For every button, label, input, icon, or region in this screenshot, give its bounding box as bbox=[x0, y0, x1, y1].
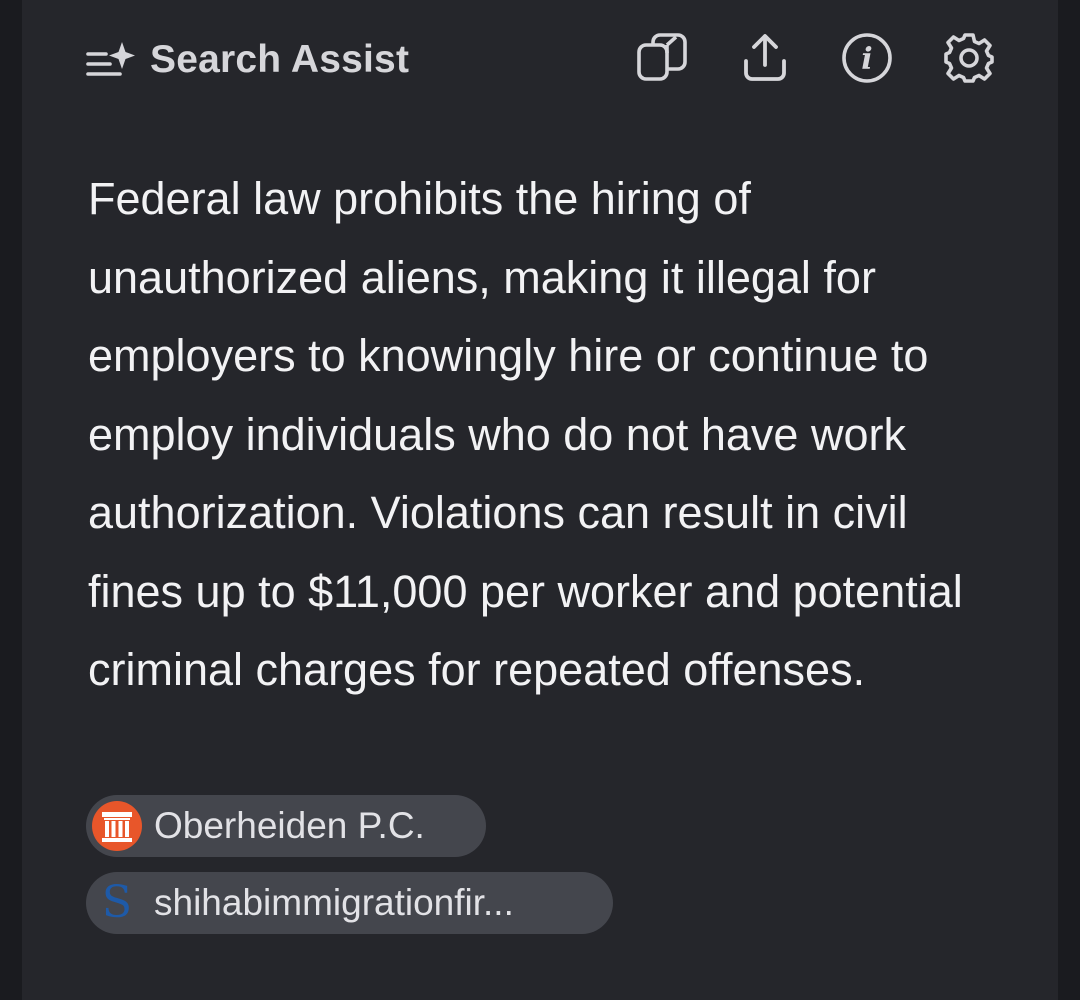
svg-text:i: i bbox=[861, 42, 872, 77]
panel-header: Search Assist bbox=[86, 34, 409, 86]
header-actions: i bbox=[630, 30, 1000, 90]
source-chip-shihab[interactable]: S shihabimmigrationfir... bbox=[86, 872, 613, 934]
copy-icon bbox=[636, 32, 690, 89]
source-label: shihabimmigrationfir... bbox=[154, 882, 514, 923]
sparkle-list-icon bbox=[86, 40, 138, 80]
panel-title: Search Assist bbox=[150, 38, 410, 81]
info-icon: i bbox=[840, 31, 894, 90]
info-button[interactable]: i bbox=[836, 30, 898, 90]
settings-button[interactable] bbox=[938, 30, 1000, 90]
answer-text: Federal law prohibits the hiring of unau… bbox=[88, 173, 963, 695]
s-logo-icon: S bbox=[101, 877, 133, 928]
share-icon bbox=[742, 33, 788, 88]
settings-gear-icon bbox=[942, 31, 996, 90]
copy-button[interactable] bbox=[632, 30, 694, 90]
source-label: Oberheiden P.C. bbox=[154, 805, 425, 846]
source-chip-oberheiden[interactable]: Oberheiden P.C. bbox=[86, 795, 486, 857]
columns-logo-icon bbox=[92, 801, 142, 851]
share-button[interactable] bbox=[734, 30, 796, 90]
